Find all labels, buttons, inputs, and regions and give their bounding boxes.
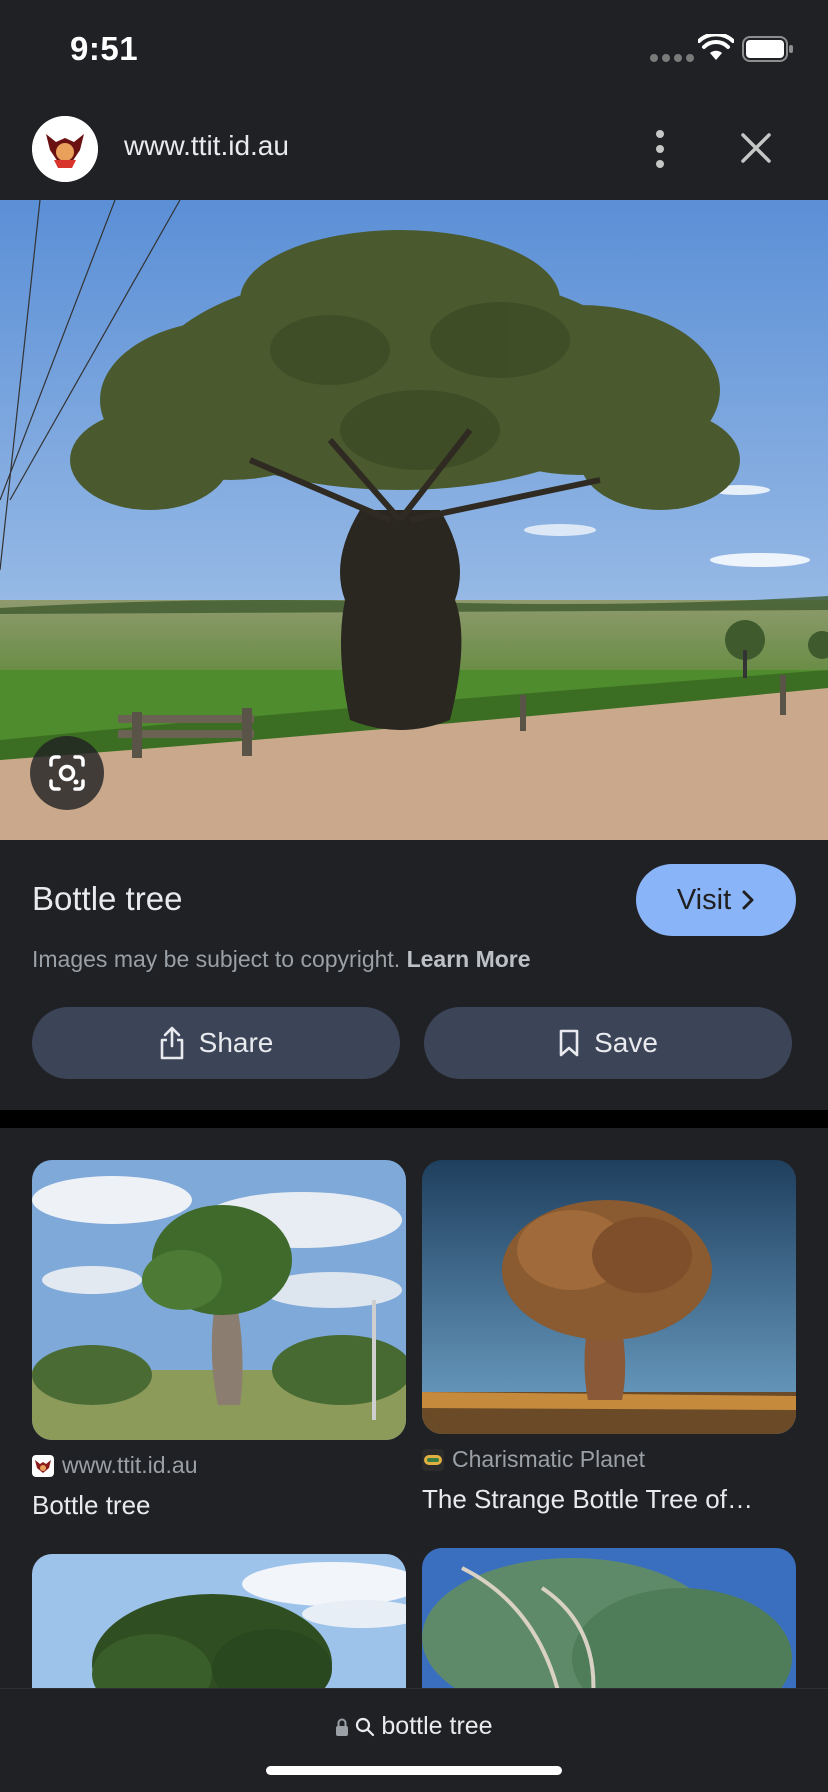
- related-source-label: Charismatic Planet: [452, 1446, 646, 1472]
- search-query-text: bottle tree: [381, 1712, 493, 1740]
- cellular-signal-icon: [650, 54, 694, 62]
- save-label: Save: [594, 1027, 658, 1058]
- status-time: 9:51: [70, 30, 139, 67]
- battery-icon: [742, 36, 793, 62]
- related-image-1[interactable]: [32, 1160, 406, 1440]
- visit-label: Visit: [676, 883, 732, 916]
- search-query-chip[interactable]: bottle tree: [0, 1712, 828, 1741]
- related-image-4[interactable]: [422, 1548, 796, 1688]
- search-icon: [356, 1717, 375, 1736]
- related-image-3[interactable]: [32, 1554, 406, 1688]
- related-source-label: www.ttit.id.au: [62, 1452, 198, 1478]
- site-logo[interactable]: [32, 116, 98, 182]
- share-label: Share: [198, 1027, 274, 1058]
- wifi-icon: [698, 34, 734, 60]
- copyright-text: Images may be subject to copyright.: [32, 946, 401, 972]
- related-image-2[interactable]: [422, 1160, 796, 1434]
- site-url[interactable]: www.ttit.id.au: [124, 130, 289, 162]
- home-indicator[interactable]: [266, 1766, 562, 1775]
- section-divider: [0, 1110, 828, 1128]
- lock-icon: [336, 1718, 349, 1736]
- visit-button[interactable]: Visit: [636, 864, 796, 936]
- copyright-notice: Images may be subject to copyright. Lear…: [32, 946, 531, 973]
- favicon-icon: [32, 1454, 54, 1477]
- related-images-grid: www.ttit.id.au Bottle tree Charismatic P…: [0, 1128, 828, 1688]
- chevron-right-icon: [742, 890, 754, 910]
- more-options-icon[interactable]: [640, 124, 680, 174]
- bookmark-icon: [559, 1029, 579, 1057]
- lens-icon: [49, 755, 85, 791]
- save-button[interactable]: Save: [424, 1007, 792, 1079]
- share-icon: [160, 1026, 183, 1060]
- learn-more-link[interactable]: Learn More: [407, 946, 531, 972]
- related-title-1[interactable]: Bottle tree: [32, 1490, 406, 1521]
- share-button[interactable]: Share: [32, 1007, 400, 1079]
- status-bar: 9:51: [0, 0, 828, 100]
- favicon-icon: [422, 1448, 444, 1471]
- related-title-2[interactable]: The Strange Bottle Tree of…: [422, 1484, 796, 1515]
- main-image[interactable]: [0, 200, 828, 840]
- related-source-2[interactable]: Charismatic Planet: [422, 1446, 645, 1473]
- close-icon[interactable]: [736, 128, 776, 168]
- image-title: Bottle tree: [32, 880, 183, 917]
- lens-search-button[interactable]: [30, 736, 104, 810]
- related-source-1[interactable]: www.ttit.id.au: [32, 1452, 198, 1479]
